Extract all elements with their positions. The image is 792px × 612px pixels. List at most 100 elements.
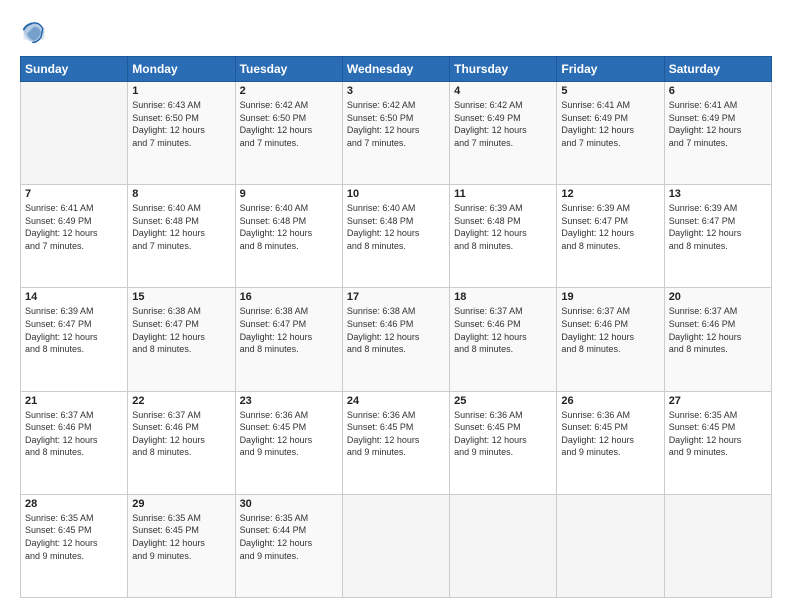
day-number: 22	[132, 395, 230, 407]
day-number: 28	[25, 498, 123, 510]
day-info: Sunrise: 6:39 AMSunset: 6:47 PMDaylight:…	[25, 305, 123, 355]
sunset-text: Sunset: 6:50 PM	[347, 112, 445, 125]
calendar-cell: 14Sunrise: 6:39 AMSunset: 6:47 PMDayligh…	[21, 288, 128, 391]
calendar-cell: 21Sunrise: 6:37 AMSunset: 6:46 PMDayligh…	[21, 391, 128, 494]
daylight-text: Daylight: 12 hoursand 8 minutes.	[25, 434, 123, 459]
day-number: 15	[132, 291, 230, 303]
day-number: 24	[347, 395, 445, 407]
sunrise-text: Sunrise: 6:37 AM	[561, 305, 659, 318]
calendar-cell: 9Sunrise: 6:40 AMSunset: 6:48 PMDaylight…	[235, 185, 342, 288]
day-number: 23	[240, 395, 338, 407]
sunrise-text: Sunrise: 6:38 AM	[132, 305, 230, 318]
calendar-week-2: 7Sunrise: 6:41 AMSunset: 6:49 PMDaylight…	[21, 185, 772, 288]
day-number: 27	[669, 395, 767, 407]
day-info: Sunrise: 6:36 AMSunset: 6:45 PMDaylight:…	[561, 409, 659, 459]
daylight-text: Daylight: 12 hoursand 9 minutes.	[25, 537, 123, 562]
day-info: Sunrise: 6:40 AMSunset: 6:48 PMDaylight:…	[240, 202, 338, 252]
daylight-text: Daylight: 12 hoursand 8 minutes.	[561, 227, 659, 252]
calendar-cell: 5Sunrise: 6:41 AMSunset: 6:49 PMDaylight…	[557, 82, 664, 185]
sunset-text: Sunset: 6:45 PM	[347, 421, 445, 434]
sunset-text: Sunset: 6:45 PM	[132, 524, 230, 537]
day-header-wednesday: Wednesday	[342, 57, 449, 82]
calendar-cell: 1 Sunrise: 6:43 AMSunset: 6:50 PMDaylight…	[128, 82, 235, 185]
day-number: 29	[132, 498, 230, 510]
calendar-header: SundayMondayTuesdayWednesdayThursdayFrid…	[21, 57, 772, 82]
sunrise-text: Sunrise: 6:36 AM	[240, 409, 338, 422]
day-number: 21	[25, 395, 123, 407]
sunrise-text: Sunrise: 6:36 AM	[454, 409, 552, 422]
sunset-text: Sunset: 6:46 PM	[132, 421, 230, 434]
sunset-text: Sunset: 6:49 PM	[25, 215, 123, 228]
day-number: 17	[347, 291, 445, 303]
day-info: Sunrise: 6:38 AMSunset: 6:47 PMDaylight:…	[240, 305, 338, 355]
calendar-week-5: 28Sunrise: 6:35 AMSunset: 6:45 PMDayligh…	[21, 494, 772, 597]
sunrise-text: Sunrise: 6:39 AM	[454, 202, 552, 215]
sunset-text: Sunset: 6:47 PM	[25, 318, 123, 331]
day-info: Sunrise: 6:39 AMSunset: 6:47 PMDaylight:…	[669, 202, 767, 252]
day-number: 16	[240, 291, 338, 303]
sunset-text: Sunset: 6:44 PM	[240, 524, 338, 537]
calendar-cell: 30Sunrise: 6:35 AMSunset: 6:44 PMDayligh…	[235, 494, 342, 597]
sunrise-text: Sunrise: 6:37 AM	[669, 305, 767, 318]
calendar-cell: 17Sunrise: 6:38 AMSunset: 6:46 PMDayligh…	[342, 288, 449, 391]
calendar-cell: 18 Sunrise: 6:37 AMSunset: 6:46 PMDayligh…	[450, 288, 557, 391]
day-number: 4	[454, 85, 552, 97]
day-info: Sunrise: 6:35 AMSunset: 6:45 PMDaylight:…	[669, 409, 767, 459]
daylight-text: Daylight: 12 hoursand 9 minutes.	[454, 434, 552, 459]
sunrise-text: Sunrise: 6:38 AM	[240, 305, 338, 318]
day-info: Sunrise: 6:35 AMSunset: 6:45 PMDaylight:…	[25, 512, 123, 562]
day-header-tuesday: Tuesday	[235, 57, 342, 82]
daylight-text: Daylight: 12 hoursand 8 minutes.	[669, 227, 767, 252]
sunrise-text: Sunrise: 6:42 AM	[454, 99, 552, 112]
sunset-text: Sunset: 6:45 PM	[25, 524, 123, 537]
calendar-cell: 16 Sunrise: 6:38 AMSunset: 6:47 PMDayligh…	[235, 288, 342, 391]
sunset-text: Sunset: 6:48 PM	[347, 215, 445, 228]
daylight-text: Daylight: 12 hoursand 8 minutes.	[561, 331, 659, 356]
calendar-cell: 2Sunrise: 6:42 AMSunset: 6:50 PMDaylight…	[235, 82, 342, 185]
calendar-cell: 10Sunrise: 6:40 AMSunset: 6:48 PMDayligh…	[342, 185, 449, 288]
day-info: Sunrise: 6:42 AMSunset: 6:50 PMDaylight:…	[347, 99, 445, 149]
sunrise-text: Sunrise: 6:42 AM	[240, 99, 338, 112]
calendar-cell: 11Sunrise: 6:39 AMSunset: 6:48 PMDayligh…	[450, 185, 557, 288]
calendar-cell	[450, 494, 557, 597]
sunrise-text: Sunrise: 6:35 AM	[240, 512, 338, 525]
sunset-text: Sunset: 6:47 PM	[669, 215, 767, 228]
day-info: Sunrise: 6:43 AMSunset: 6:50 PMDaylight:…	[132, 99, 230, 149]
sunrise-text: Sunrise: 6:36 AM	[347, 409, 445, 422]
day-info: Sunrise: 6:39 AMSunset: 6:47 PMDaylight:…	[561, 202, 659, 252]
calendar-cell: 27 Sunrise: 6:35 AMSunset: 6:45 PMDayligh…	[664, 391, 771, 494]
day-number: 19	[561, 291, 659, 303]
sunrise-text: Sunrise: 6:41 AM	[25, 202, 123, 215]
daylight-text: Daylight: 12 hoursand 9 minutes.	[132, 537, 230, 562]
daylight-text: Daylight: 12 hoursand 7 minutes.	[347, 124, 445, 149]
daylight-text: Daylight: 12 hoursand 7 minutes.	[561, 124, 659, 149]
logo	[20, 18, 52, 46]
calendar-cell: 4Sunrise: 6:42 AMSunset: 6:49 PMDaylight…	[450, 82, 557, 185]
day-number: 18	[454, 291, 552, 303]
day-header-monday: Monday	[128, 57, 235, 82]
day-info: Sunrise: 6:37 AMSunset: 6:46 PMDaylight:…	[132, 409, 230, 459]
day-number: 26	[561, 395, 659, 407]
day-info: Sunrise: 6:37 AMSunset: 6:46 PMDaylight:…	[454, 305, 552, 355]
sunset-text: Sunset: 6:47 PM	[561, 215, 659, 228]
sunset-text: Sunset: 6:46 PM	[669, 318, 767, 331]
daylight-text: Daylight: 12 hoursand 7 minutes.	[132, 124, 230, 149]
sunrise-text: Sunrise: 6:38 AM	[347, 305, 445, 318]
day-info: Sunrise: 6:41 AMSunset: 6:49 PMDaylight:…	[561, 99, 659, 149]
day-number: 1	[132, 85, 230, 97]
day-header-saturday: Saturday	[664, 57, 771, 82]
day-number: 3	[347, 85, 445, 97]
day-info: Sunrise: 6:35 AMSunset: 6:44 PMDaylight:…	[240, 512, 338, 562]
calendar-cell	[664, 494, 771, 597]
day-info: Sunrise: 6:41 AMSunset: 6:49 PMDaylight:…	[669, 99, 767, 149]
calendar-cell: 7Sunrise: 6:41 AMSunset: 6:49 PMDaylight…	[21, 185, 128, 288]
daylight-text: Daylight: 12 hoursand 8 minutes.	[25, 331, 123, 356]
calendar-cell: 19Sunrise: 6:37 AMSunset: 6:46 PMDayligh…	[557, 288, 664, 391]
day-info: Sunrise: 6:35 AMSunset: 6:45 PMDaylight:…	[132, 512, 230, 562]
daylight-text: Daylight: 12 hoursand 8 minutes.	[347, 227, 445, 252]
sunrise-text: Sunrise: 6:37 AM	[25, 409, 123, 422]
daylight-text: Daylight: 12 hoursand 9 minutes.	[669, 434, 767, 459]
sunset-text: Sunset: 6:47 PM	[240, 318, 338, 331]
sunset-text: Sunset: 6:48 PM	[132, 215, 230, 228]
daylight-text: Daylight: 12 hoursand 7 minutes.	[454, 124, 552, 149]
